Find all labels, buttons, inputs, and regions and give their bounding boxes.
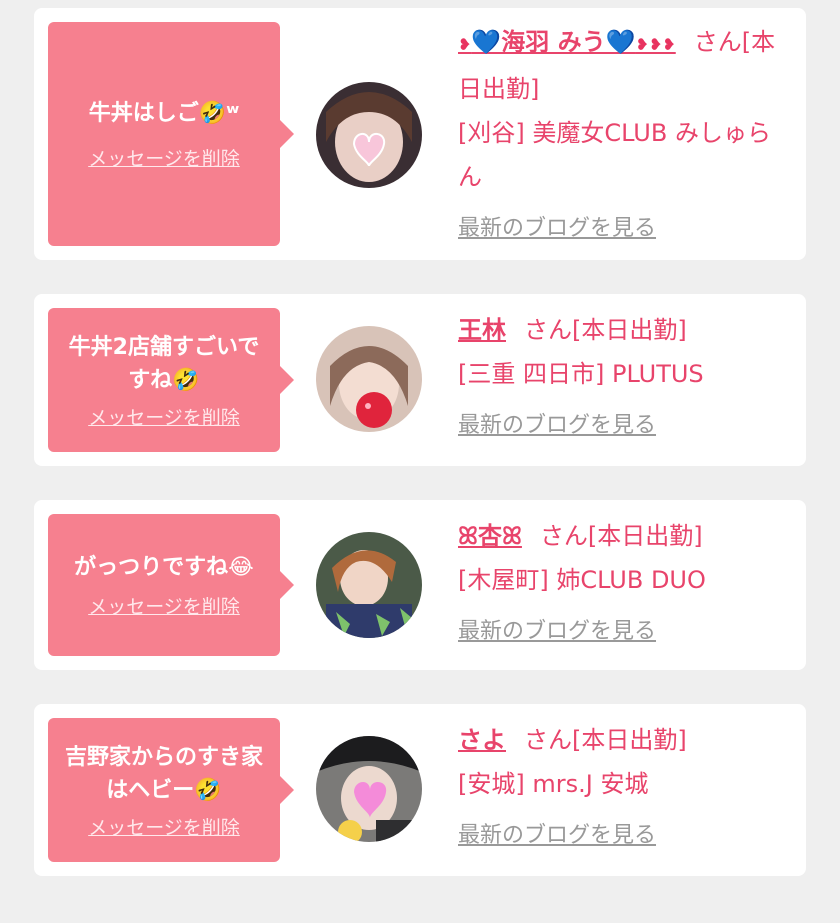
- attendance-status: さん[本日出勤]: [539, 522, 703, 550]
- cast-name-link[interactable]: ꕤ杏ꕤ: [458, 522, 522, 550]
- message-card: 吉野家からのすき家はヘビー🤣 メッセージを削除 さよ さん[本日出勤] [安城] …: [34, 704, 806, 876]
- heart-decoration: ❥: [458, 35, 472, 54]
- delete-message-link[interactable]: メッセージを削除: [88, 592, 240, 619]
- cast-info: ꕤ杏ꕤ さん[本日出勤] [木屋町] 姉CLUB DUO 最新のブログを見る: [458, 514, 790, 654]
- shop-name: [三重 四日市] PLUTUS: [458, 360, 704, 388]
- heart-decoration: ❥❥❥: [635, 35, 676, 54]
- cast-name-link[interactable]: さよ: [458, 726, 506, 754]
- message-card: 牛丼2店舗すごいですね🤣 メッセージを削除 王林 さん[本日出勤] [三重 四日市…: [34, 294, 806, 466]
- shop-name: [刈谷] 美魔女CLUB みしゅらん: [458, 119, 771, 191]
- avatar[interactable]: [316, 326, 422, 432]
- latest-blog-link[interactable]: 最新のブログを見る: [458, 207, 656, 251]
- message-card: がっつりですね😂 メッセージを削除 ꕤ杏ꕤ さん[本日出勤] [木屋町] 姉CLU…: [34, 500, 806, 670]
- avatar[interactable]: [316, 532, 422, 638]
- cast-name: 💙海羽 みう💙: [471, 28, 636, 56]
- avatar[interactable]: [316, 736, 422, 842]
- cast-name-link[interactable]: 王林: [458, 316, 506, 344]
- latest-blog-link[interactable]: 最新のブログを見る: [458, 404, 656, 448]
- cast-info: ❥💙海羽 みう💙❥❥❥ さん[本日出勤] [刈谷] 美魔女CLUB みしゅらん 最…: [458, 20, 790, 251]
- attendance-status: さん[本日出勤]: [524, 726, 687, 754]
- message-bubble: 牛丼2店舗すごいですね🤣 メッセージを削除: [48, 308, 294, 452]
- cast-info: さよ さん[本日出勤] [安城] mrs.J 安城 最新のブログを見る: [458, 718, 790, 858]
- cast-info: 王林 さん[本日出勤] [三重 四日市] PLUTUS 最新のブログを見る: [458, 308, 790, 448]
- shop-name: [木屋町] 姉CLUB DUO: [458, 566, 706, 594]
- shop-name: [安城] mrs.J 安城: [458, 770, 649, 798]
- cast-name-link[interactable]: ❥💙海羽 みう💙❥❥❥: [458, 28, 676, 56]
- message-bubble: 牛丼はしご🤣ʷ メッセージを削除: [48, 22, 294, 246]
- message-bubble: がっつりですね😂 メッセージを削除: [48, 514, 294, 656]
- latest-blog-link[interactable]: 最新のブログを見る: [458, 814, 656, 858]
- delete-message-link[interactable]: メッセージを削除: [88, 403, 240, 430]
- delete-message-link[interactable]: メッセージを削除: [88, 813, 240, 840]
- latest-blog-link[interactable]: 最新のブログを見る: [458, 610, 656, 654]
- avatar[interactable]: [316, 82, 422, 188]
- attendance-status: さん[本日出勤]: [524, 316, 687, 344]
- message-text: がっつりですね😂: [74, 555, 254, 580]
- message-text: 牛丼2店舗すごいですね🤣: [68, 334, 260, 393]
- message-bubble: 吉野家からのすき家はヘビー🤣 メッセージを削除: [48, 718, 294, 862]
- message-text: 牛丼はしご🤣ʷ: [88, 101, 240, 126]
- message-text: 吉野家からのすき家はヘビー🤣: [64, 744, 263, 803]
- message-card: 牛丼はしご🤣ʷ メッセージを削除 ❥💙海羽 みう💙❥❥❥ さん[本日出勤] [刈谷…: [34, 8, 806, 260]
- delete-message-link[interactable]: メッセージを削除: [88, 144, 240, 171]
